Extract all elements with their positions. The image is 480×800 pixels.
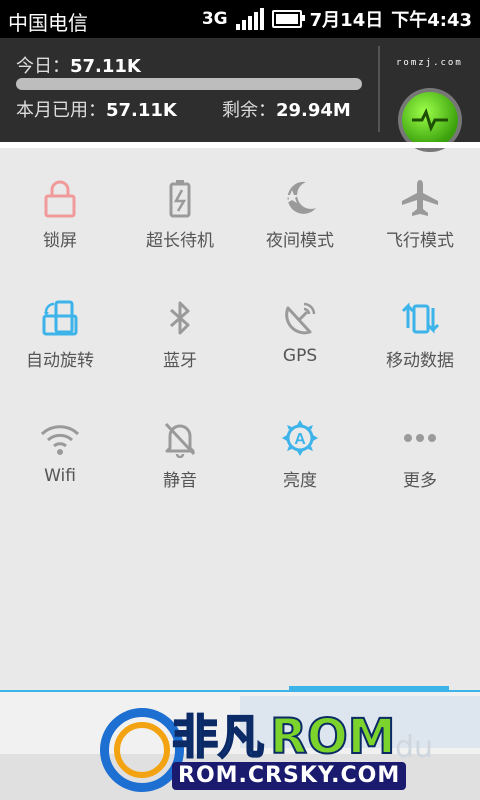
wifi-icon xyxy=(40,425,80,455)
auto-rotate-icon xyxy=(42,300,78,336)
toggle-mobile-data[interactable]: 移动数据 xyxy=(360,270,480,390)
toggle-label: GPS xyxy=(282,346,318,366)
gps-icon xyxy=(285,302,316,335)
panel-divider xyxy=(378,46,380,132)
toggle-bluetooth[interactable]: 蓝牙 xyxy=(120,270,240,390)
watermark-logo: 非凡 ROM ROM.CRSKY.COM xyxy=(100,708,430,792)
remaining-data: 剩余：29.94M xyxy=(222,96,351,122)
signal-icon xyxy=(235,8,264,30)
toggle-label: 亮度 xyxy=(283,471,317,491)
toggle-airplane-mode[interactable]: 飞行模式 xyxy=(360,150,480,270)
panel-separator xyxy=(0,142,480,148)
lock-icon xyxy=(44,180,76,218)
bluetooth-icon xyxy=(170,301,190,335)
mobile-data-icon xyxy=(401,302,440,334)
remain-label: 剩余： xyxy=(222,100,276,121)
toggle-label: 蓝牙 xyxy=(163,351,197,371)
toggle-label: 自动旋转 xyxy=(26,351,94,371)
airplane-icon xyxy=(402,180,438,216)
month-usage: 本月已用：57.11K xyxy=(16,96,177,122)
toggle-brightness[interactable]: A 亮度 xyxy=(240,390,360,510)
toggle-label: Wifi xyxy=(44,466,76,486)
toggle-label: 静音 xyxy=(163,471,197,491)
network-type: 3G xyxy=(201,9,228,29)
page-indicator xyxy=(289,686,449,691)
toggle-label: 移动数据 xyxy=(386,351,454,371)
silent-icon xyxy=(164,422,196,458)
heartbeat-icon xyxy=(402,92,458,148)
toggle-label: 锁屏 xyxy=(43,231,77,251)
quick-toggles-grid: 锁屏 超长待机 夜间模式 飞行模式 自动旋转 蓝牙 GPS 移动数据 Wifi … xyxy=(0,150,480,510)
today-value: 57.11K xyxy=(70,56,141,77)
carrier-name: 中国电信 xyxy=(8,11,88,35)
status-date: 7月14日 xyxy=(309,10,384,31)
toggle-label: 更多 xyxy=(403,471,437,491)
today-label: 今日： xyxy=(16,56,70,77)
toggle-gps[interactable]: GPS xyxy=(240,270,360,390)
status-time: 下午4:43 xyxy=(391,10,472,31)
watermark-url: ROM.CRSKY.COM xyxy=(172,762,407,790)
month-label: 本月已用： xyxy=(16,100,106,121)
usage-progress-bar xyxy=(16,78,362,90)
toggle-more[interactable]: 更多 xyxy=(360,390,480,510)
watermark-du: du xyxy=(395,730,434,765)
watermark-fei: 非凡 xyxy=(171,709,265,765)
brightness-icon: A xyxy=(282,420,318,456)
toggle-wifi[interactable]: Wifi xyxy=(0,390,120,510)
today-usage: 今日：57.11K xyxy=(16,52,141,78)
battery-icon xyxy=(271,10,305,28)
traffic-panel: 今日：57.11K 本月已用：57.11K 剩余：29.94M romzj.co… xyxy=(0,38,480,152)
toggle-silent[interactable]: 静音 xyxy=(120,390,240,510)
toggle-auto-rotate[interactable]: 自动旋转 xyxy=(0,270,120,390)
toggle-power-saving[interactable]: 超长待机 xyxy=(120,150,240,270)
month-value: 57.11K xyxy=(106,100,177,121)
watermark-ring-inner xyxy=(114,722,170,778)
toggle-label: 飞行模式 xyxy=(386,231,454,251)
night-mode-icon xyxy=(285,181,316,214)
battery-saver-icon xyxy=(169,180,191,218)
toggle-label: 超长待机 xyxy=(146,231,214,251)
toggle-label: 夜间模式 xyxy=(266,231,334,251)
status-bar: 中国电信 3G 7月14日 下午4:43 xyxy=(0,0,480,38)
toggle-lock-screen[interactable]: 锁屏 xyxy=(0,150,120,270)
more-icon xyxy=(404,434,436,442)
toggle-night-mode[interactable]: 夜间模式 xyxy=(240,150,360,270)
watermark-rom: ROM xyxy=(269,709,397,765)
svg-text:A: A xyxy=(294,431,306,448)
site-label: romzj.com xyxy=(396,58,463,68)
remain-value: 29.94M xyxy=(276,100,351,121)
